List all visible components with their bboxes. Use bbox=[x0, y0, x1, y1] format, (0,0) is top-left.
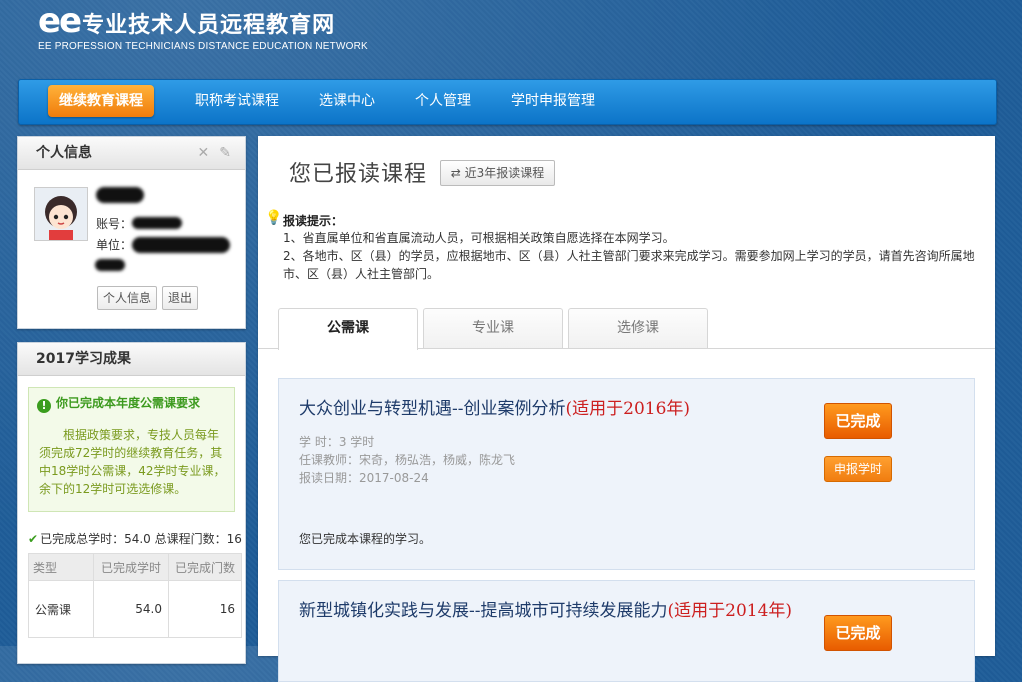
nav-item-hours-report[interactable]: 学时申报管理 bbox=[511, 91, 595, 111]
page-title: 您已报读课程 bbox=[289, 162, 428, 187]
nav-item-course-center[interactable]: 选课中心 bbox=[319, 91, 375, 111]
tip-line: 2、各地市、区（县）的学员，应根据地市、区（县）人社主管部门要求来完成学习。需要… bbox=[283, 249, 975, 263]
table-cell: 54.0 bbox=[93, 580, 169, 638]
completed-button[interactable]: 已完成 bbox=[824, 403, 892, 439]
course-card: 新型城镇化实践与发展--提高城市可持续发展能力(适用于2014年) 已完成 bbox=[278, 580, 975, 682]
nav-item-continuing-education[interactable]: 继续教育课程 bbox=[48, 85, 154, 117]
profile-panel: 个人信息 ✕ ✎ 账号： 单位： 个人信息 退出 bbox=[17, 136, 246, 329]
completion-notice: ! 你已完成本年度公需课要求 根据政策要求，专技人员每年须完成72学时的继续教育任… bbox=[28, 387, 235, 512]
report-hours-button[interactable]: 申报学时 bbox=[824, 456, 892, 482]
recent-courses-button[interactable]: ⇄ 近3年报读课程 bbox=[440, 160, 555, 186]
tab-elective-courses[interactable]: 选修课 bbox=[568, 308, 708, 348]
unit-label: 单位： bbox=[96, 238, 133, 252]
redacted-account bbox=[132, 217, 182, 229]
column-header: 已完成学时 bbox=[93, 553, 169, 581]
course-title[interactable]: 大众创业与转型机遇--创业案例分析(适用于2016年) bbox=[299, 399, 799, 419]
course-year-tag: (适用于2016年) bbox=[565, 399, 691, 419]
logo-subtitle: EE PROFESSION TECHNICIANS DISTANCE EDUCA… bbox=[38, 41, 368, 52]
main-navbar: 继续教育课程 职称考试课程 选课中心 个人管理 学时申报管理 bbox=[18, 79, 997, 125]
notice-title: 你已完成本年度公需课要求 bbox=[56, 396, 201, 410]
course-title-text: 新型城镇化实践与发展--提高城市可持续发展能力 bbox=[299, 601, 668, 621]
table-cell: 16 bbox=[168, 580, 242, 638]
tip-title: 报读提示： bbox=[283, 214, 344, 228]
nav-item-personal-management[interactable]: 个人管理 bbox=[415, 91, 471, 111]
tab-public-courses[interactable]: 公需课 bbox=[278, 308, 418, 350]
course-teachers: 任课教师：宋奇，杨弘浩，杨威，陈龙飞 bbox=[299, 453, 516, 467]
refresh-icon: ⇄ bbox=[450, 166, 461, 180]
table-row: 公需课 54.0 16 bbox=[28, 580, 242, 638]
enrolled-courses-panel: 您已报读课程 ⇄ 近3年报读课程 💡 报读提示： 1、省直属单位和省直属流动人员… bbox=[258, 136, 995, 682]
pencil-icon[interactable]: ✎ bbox=[219, 145, 231, 161]
logo-title: 专业技术人员远程教育网 bbox=[82, 13, 336, 38]
close-icon[interactable]: ✕ bbox=[198, 145, 210, 161]
results-panel-title: 2017学习成果 bbox=[18, 343, 245, 376]
recent-courses-label: 近3年报读课程 bbox=[464, 166, 545, 180]
table-cell: 公需课 bbox=[28, 580, 94, 638]
checkmark-icon: ✔ bbox=[28, 532, 39, 546]
tip-line: 市、区（县）人社主管部门。 bbox=[283, 267, 440, 281]
logout-button[interactable]: 退出 bbox=[162, 286, 198, 310]
avatar bbox=[34, 187, 88, 241]
logo-ee: ee bbox=[38, 1, 82, 41]
course-title-text: 大众创业与转型机遇--创业案例分析 bbox=[299, 399, 566, 419]
summary-text: 已完成总学时：54.0 总课程门数：16 bbox=[40, 532, 242, 546]
course-card: 大众创业与转型机遇--创业案例分析(适用于2016年) 学 时：3 学时 任课教… bbox=[278, 378, 975, 570]
course-enroll-date: 报读日期：2017-08-24 bbox=[299, 471, 429, 485]
tip-line: 1、省直属单位和省直属流动人员，可根据相关政策自愿选择在本网学习。 bbox=[283, 231, 675, 245]
results-table: 类型 已完成学时 已完成门数 公需课 54.0 16 bbox=[28, 553, 242, 638]
course-status: 您已完成本课程的学习。 bbox=[299, 532, 432, 546]
redacted-name bbox=[96, 187, 144, 203]
account-label: 账号： bbox=[96, 217, 133, 231]
redacted-unit-line2 bbox=[95, 259, 125, 271]
course-title[interactable]: 新型城镇化实践与发展--提高城市可持续发展能力(适用于2014年) bbox=[299, 601, 799, 621]
personal-info-button[interactable]: 个人信息 bbox=[97, 286, 157, 310]
course-year-tag: (适用于2014年) bbox=[667, 601, 793, 621]
site-logo: ee 专业技术人员远程教育网 EE PROFESSION TECHNICIANS… bbox=[38, 4, 368, 52]
column-header: 已完成门数 bbox=[168, 553, 242, 581]
course-hours: 学 时：3 学时 bbox=[299, 435, 375, 449]
hours-summary: ✔ 已完成总学时：54.0 总课程门数：16 bbox=[28, 530, 242, 547]
tab-professional-courses[interactable]: 专业课 bbox=[423, 308, 563, 348]
nav-item-title-exam[interactable]: 职称考试课程 bbox=[195, 91, 279, 111]
profile-panel-title: 个人信息 bbox=[36, 145, 92, 161]
redacted-unit bbox=[132, 237, 230, 253]
course-tabs: 公需课 专业课 选修课 bbox=[258, 308, 995, 350]
exclamation-icon: ! bbox=[37, 399, 51, 413]
column-header: 类型 bbox=[28, 553, 94, 581]
results-panel: 2017学习成果 ! 你已完成本年度公需课要求 根据政策要求，专技人员每年须完成7… bbox=[17, 342, 246, 664]
notice-text: 根据政策要求，专技人员每年须完成72学时的继续教育任务，其中18学时公需课，42… bbox=[39, 428, 226, 496]
lightbulb-icon: 💡 bbox=[265, 210, 283, 226]
